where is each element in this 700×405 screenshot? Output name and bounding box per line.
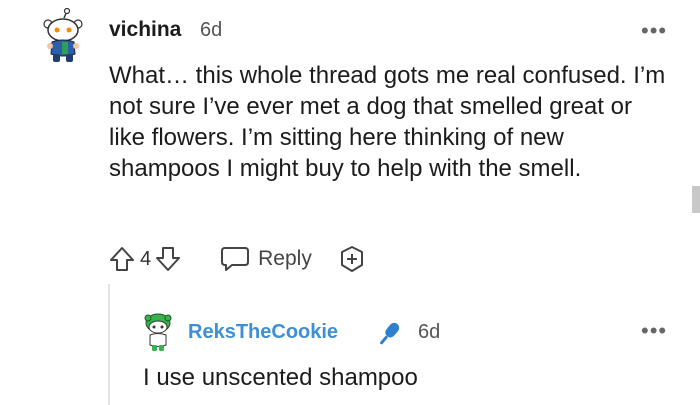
- snoo-avatar-icon: [43, 7, 83, 62]
- arrow-up-icon: [110, 247, 134, 271]
- speech-bubble-icon: [221, 247, 250, 271]
- comment-actions: 4 Reply: [108, 243, 366, 275]
- avatar[interactable]: [38, 7, 88, 64]
- scrollbar-thumb[interactable]: [692, 186, 700, 213]
- comment-body: What… this whole thread gots me real con…: [109, 62, 666, 182]
- reply-author[interactable]: ReksTheCookie: [188, 321, 338, 344]
- vote-count: 4: [140, 247, 152, 270]
- reply-label: Reply: [258, 247, 312, 270]
- reply-body: I use unscented shampoo: [143, 364, 418, 391]
- reply-more-options-button[interactable]: •••: [641, 318, 667, 344]
- reply-timestamp: 6d: [418, 321, 441, 343]
- more-options-button[interactable]: •••: [641, 18, 667, 44]
- award-plus-icon: [340, 246, 363, 272]
- award-button[interactable]: [338, 245, 366, 273]
- upvote-button[interactable]: [108, 245, 136, 273]
- arrow-down-icon: [156, 247, 181, 271]
- reply-avatar[interactable]: [142, 313, 174, 353]
- thread-line[interactable]: [108, 284, 110, 405]
- microphone-icon: [372, 317, 406, 351]
- downvote-button[interactable]: [154, 245, 182, 273]
- snoo-avatar-icon: [144, 313, 172, 351]
- comment-author[interactable]: vichina: [109, 18, 181, 42]
- reply-button[interactable]: Reply: [220, 245, 312, 273]
- comment-timestamp: 6d: [200, 19, 223, 41]
